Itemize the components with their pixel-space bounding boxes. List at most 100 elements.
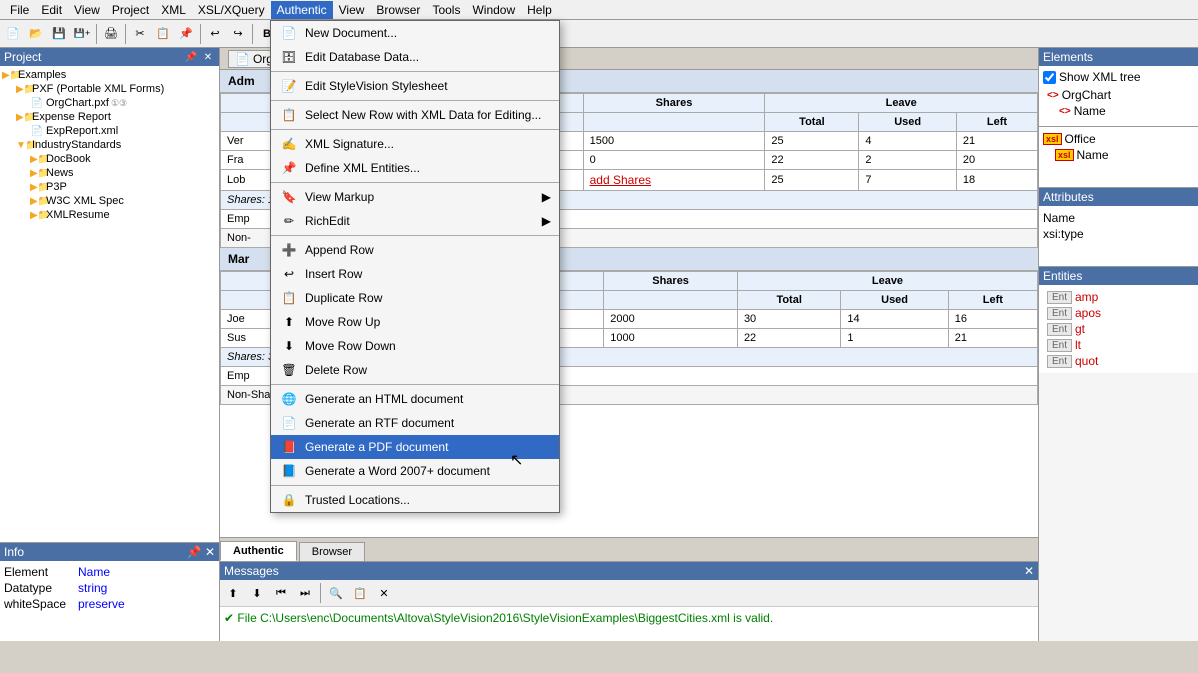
redo-button[interactable]: ↪: [227, 23, 249, 45]
menu-move-row-down[interactable]: ⬇ Move Row Down: [271, 334, 559, 358]
entity-amp[interactable]: Ent amp: [1043, 289, 1194, 305]
th-used: Used: [859, 113, 957, 132]
menu-help[interactable]: Help: [521, 1, 558, 19]
menu-view-markup[interactable]: 🔖 View Markup ▶: [271, 185, 559, 209]
tab-browser[interactable]: Browser: [299, 542, 365, 561]
cell-lob-used: 7: [859, 170, 957, 191]
tree-root[interactable]: ▶📁 Examples: [2, 68, 217, 82]
menu-authentic[interactable]: Authentic: [271, 1, 333, 19]
menu-define-entities-label: Define XML Entities...: [305, 161, 420, 175]
msg-btn3[interactable]: ⏮: [270, 582, 292, 604]
add-shares-link[interactable]: add Shares: [590, 173, 651, 187]
elements-name-item[interactable]: <> Name: [1043, 103, 1194, 119]
authentic-dropdown-menu[interactable]: 📄 New Document... 🗄 Edit Database Data..…: [270, 20, 560, 513]
dup-row-icon: 📋: [279, 290, 299, 306]
toolbar-main: 📄 📂 💾 💾+ 🖨 ✂ 📋 📌 ↩ ↪ B I U S XML RTF PDF…: [0, 20, 1198, 48]
cell-sus-shares: 1000: [604, 329, 738, 348]
message-item: ✔ File C:\Users\enc\Documents\Altova\Sty…: [224, 611, 1034, 625]
project-pin-icon[interactable]: 📌: [184, 50, 198, 64]
entity-lt[interactable]: Ent lt: [1043, 337, 1194, 353]
msg-btn4[interactable]: ⏭: [294, 582, 316, 604]
tree-xmlresume[interactable]: ▶📁 XMLResume: [2, 208, 217, 222]
save-button[interactable]: 💾: [48, 23, 70, 45]
msg-copy[interactable]: 📋: [349, 582, 371, 604]
msg-search[interactable]: 🔍: [325, 582, 347, 604]
w3c-icon: ▶📁: [30, 196, 44, 207]
entity-lt-name: lt: [1075, 338, 1081, 352]
menu-richedit[interactable]: ✏ RichEdit ▶: [271, 209, 559, 233]
attributes-section: Attributes Name xsi:type: [1039, 188, 1198, 267]
msg-btn2[interactable]: ⬇: [246, 582, 268, 604]
tree-w3c[interactable]: ▶📁 W3C XML Spec: [2, 194, 217, 208]
project-close-icon[interactable]: ✕: [201, 50, 215, 64]
menu-duplicate-row[interactable]: 📋 Duplicate Row: [271, 286, 559, 310]
msg-btn1[interactable]: ⬆: [222, 582, 244, 604]
save-all-button[interactable]: 💾+: [71, 23, 93, 45]
elements-content: Show XML tree <> OrgChart <> Name: [1039, 66, 1198, 126]
elements-orgchart-item[interactable]: <> OrgChart: [1043, 87, 1194, 103]
tree-news[interactable]: ▶📁 News: [2, 166, 217, 180]
menu-define-entities[interactable]: 📌 Define XML Entities...: [271, 156, 559, 180]
messages-close-icon[interactable]: ✕: [1024, 564, 1034, 578]
menu-view2[interactable]: View: [333, 1, 371, 19]
paste-button[interactable]: 📌: [175, 23, 197, 45]
menu-xml-signature[interactable]: ✍ XML Signature...: [271, 132, 559, 156]
menu-move-row-up[interactable]: ⬆ Move Row Up: [271, 310, 559, 334]
tree-pxf-folder[interactable]: ▶📁 PXF (Portable XML Forms): [2, 82, 217, 96]
message-text: File C:\Users\enc\Documents\Altova\Style…: [237, 611, 773, 625]
menu-gen-pdf[interactable]: 📕 Generate a PDF document: [271, 435, 559, 459]
menu-xml[interactable]: XML: [155, 1, 192, 19]
menu-view[interactable]: View: [68, 1, 106, 19]
menu-new-document[interactable]: 📄 New Document...: [271, 21, 559, 45]
menu-select-row[interactable]: 📋 Select New Row with XML Data for Editi…: [271, 103, 559, 127]
open-button[interactable]: 📂: [25, 23, 47, 45]
menu-project[interactable]: Project: [106, 1, 155, 19]
info-close-icon[interactable]: ✕: [205, 545, 215, 559]
tree-p3p[interactable]: ▶📁 P3P: [2, 180, 217, 194]
new-button[interactable]: 📄: [2, 23, 24, 45]
menu-gen-word[interactable]: 📘 Generate a Word 2007+ document: [271, 459, 559, 483]
info-content: Element Name Datatype string whiteSpace …: [0, 561, 219, 641]
cut-button[interactable]: ✂: [129, 23, 151, 45]
menu-xsl[interactable]: XSL/XQuery: [192, 1, 271, 19]
menu-browser[interactable]: Browser: [370, 1, 426, 19]
tree-expense-folder[interactable]: ▶📁 Expense Report: [2, 110, 217, 124]
separator-5: [271, 235, 559, 236]
menu-gen-html[interactable]: 🌐 Generate an HTML document: [271, 387, 559, 411]
menu-edit-database[interactable]: 🗄 Edit Database Data...: [271, 45, 559, 69]
main-layout: Project 📌 ✕ ▶📁 Examples ▶📁 PXF (Portable…: [0, 48, 1198, 641]
info-pin-icon[interactable]: 📌: [187, 545, 202, 559]
menu-gen-rtf[interactable]: 📄 Generate an RTF document: [271, 411, 559, 435]
tab-authentic[interactable]: Authentic: [220, 541, 297, 561]
entity-gt[interactable]: Ent gt: [1043, 321, 1194, 337]
menu-edit[interactable]: Edit: [35, 1, 68, 19]
menu-tools[interactable]: Tools: [426, 1, 466, 19]
msg-clear[interactable]: ✕: [373, 582, 395, 604]
tree-docbook[interactable]: ▶📁 DocBook: [2, 152, 217, 166]
separator2: [125, 24, 126, 44]
menu-delete-row[interactable]: 🗑 Delete Row: [271, 358, 559, 382]
print-button[interactable]: 🖨: [100, 23, 122, 45]
entity-quot[interactable]: Ent quot: [1043, 353, 1194, 369]
menu-file[interactable]: File: [4, 1, 35, 19]
select-row-icon: 📋: [279, 107, 299, 123]
copy-button[interactable]: 📋: [152, 23, 174, 45]
tree-expreport[interactable]: 📄 ExpReport.xml: [2, 124, 217, 138]
tree-industry-folder[interactable]: ▼📁 IndustryStandards: [2, 138, 217, 152]
industry-folder-icon: ▼📁: [16, 140, 30, 151]
cell-sus-total: 22: [737, 329, 840, 348]
name2-item[interactable]: xsl Name: [1043, 147, 1194, 163]
menu-append-row[interactable]: ➕ Append Row: [271, 238, 559, 262]
menu-edit-stylesheet[interactable]: 📝 Edit StyleVision Stylesheet: [271, 74, 559, 98]
menu-window[interactable]: Window: [466, 1, 521, 19]
tree-orgchart[interactable]: 📄 OrgChart.pxf ①③: [2, 96, 217, 110]
show-xml-tree-checkbox[interactable]: [1043, 71, 1056, 84]
menu-trusted-locations[interactable]: 🔒 Trusted Locations...: [271, 488, 559, 512]
view-markup-icon: 🔖: [279, 189, 299, 205]
menu-insert-row[interactable]: ↩ Insert Row: [271, 262, 559, 286]
undo-button[interactable]: ↩: [204, 23, 226, 45]
menubar: File Edit View Project XML XSL/XQuery Au…: [0, 0, 1198, 20]
office-item[interactable]: xsl Office: [1043, 131, 1194, 147]
project-tree[interactable]: ▶📁 Examples ▶📁 PXF (Portable XML Forms) …: [0, 66, 219, 542]
entity-apos[interactable]: Ent apos: [1043, 305, 1194, 321]
